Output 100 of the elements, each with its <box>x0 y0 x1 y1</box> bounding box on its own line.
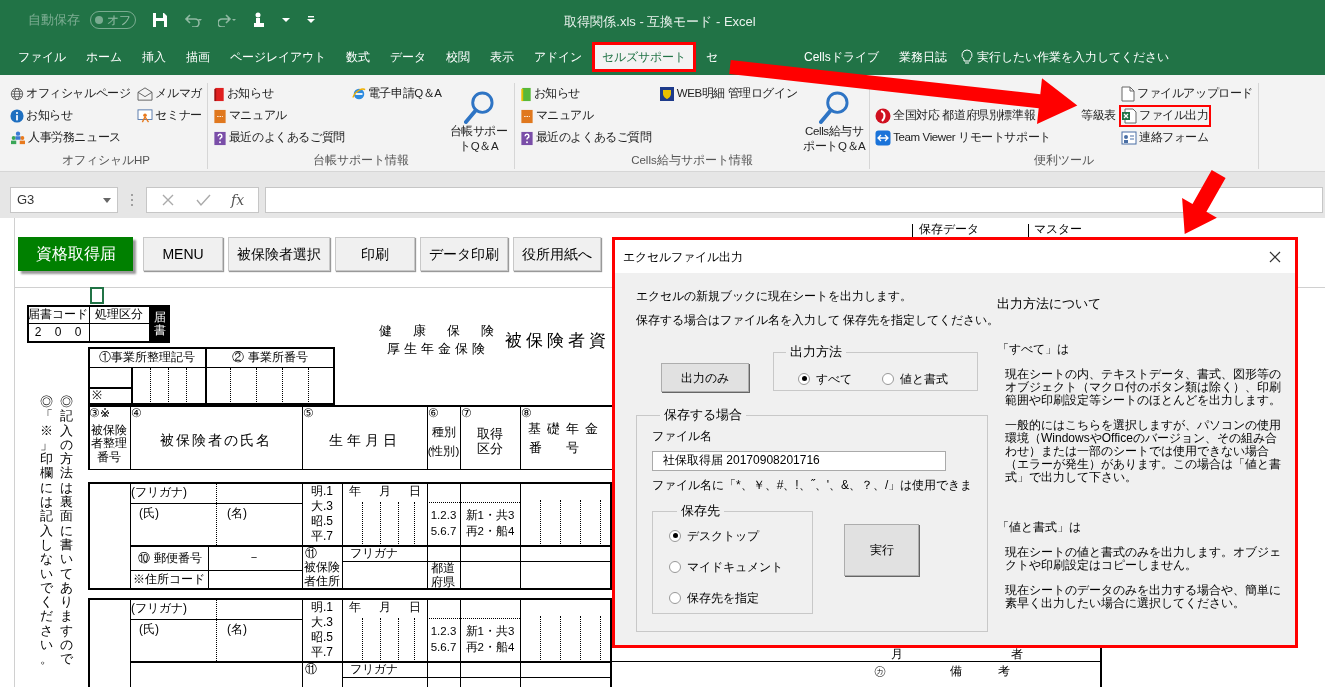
ribbon-button[interactable]: マニュアル <box>517 105 596 127</box>
touch-mode-icon[interactable] <box>252 12 266 28</box>
sheet-button[interactable]: 役所用紙へ <box>513 237 601 271</box>
form-label: ※住所コード <box>132 571 206 588</box>
presentation-icon <box>137 109 154 123</box>
radio-button[interactable] <box>669 529 681 542</box>
ribbon-button[interactable]: 電子申請Q＆A <box>349 83 444 105</box>
redo-icon[interactable] <box>218 13 236 27</box>
ribbon-tab[interactable]: 挿入 <box>132 42 176 72</box>
radio-button[interactable] <box>798 372 810 385</box>
ribbon-button[interactable]: ファイル出力 <box>1119 105 1211 127</box>
run-button[interactable]: 実行 <box>844 523 919 576</box>
help-subheading: 「すべて」は <box>997 340 1070 358</box>
form-label: ③※ <box>89 406 111 421</box>
form-label: ⑪ <box>304 546 318 561</box>
sheet-button[interactable]: 被保険者選択 <box>228 237 330 271</box>
save-icon[interactable] <box>152 12 168 28</box>
radio-button[interactable] <box>882 372 894 385</box>
ribbon-tab[interactable]: ファイル <box>8 42 76 72</box>
sheet-button[interactable]: 資格取得届 <box>18 237 133 271</box>
ribbon-button[interactable]: 最近のよくあるご質問 <box>210 127 347 149</box>
instruction-text: ◎記入の方法は裏面に書いてありますので <box>60 395 73 667</box>
ribbon-tab[interactable]: セ <box>696 42 728 72</box>
radio-label[interactable]: 値と書式 <box>900 369 948 388</box>
ribbon-button[interactable]: Team Viewer リモートサポート <box>873 127 1053 149</box>
form-value: 2 <box>33 325 43 341</box>
book-icon <box>519 108 534 124</box>
tell-me-field[interactable]: 実行したい作業を入力してください <box>976 48 1169 66</box>
ribbon-tab[interactable]: 表示 <box>480 42 524 72</box>
undo-icon[interactable] <box>184 13 202 27</box>
output-only-button[interactable]: 出力のみ <box>661 363 749 392</box>
form-label: 月 <box>378 600 392 615</box>
people-icon <box>10 131 26 145</box>
column-header: (性別) <box>427 444 460 460</box>
column-header: 生年月日 <box>327 430 402 450</box>
form-label: ④ <box>131 406 143 421</box>
form-label: (フリガナ) <box>131 484 188 501</box>
intro-text: 保存する場合はファイル名を入力して 保存先を指定してください。 <box>636 312 1000 329</box>
group-label: 保存する場合 <box>663 407 743 424</box>
dropdown-caret-icon[interactable] <box>282 17 290 23</box>
book-icon <box>212 86 225 102</box>
ribbon-tab[interactable]: 校閲 <box>436 42 480 72</box>
name-box[interactable]: G3 <box>10 187 118 213</box>
sheet-button[interactable]: MENU <box>143 237 223 271</box>
ribbon-button[interactable]: お知らせ <box>517 83 583 105</box>
customize-toolbar-icon[interactable] <box>306 16 316 24</box>
help-heading: 出力方法について <box>997 296 1102 313</box>
ribbon-tab[interactable]: ページレイアウト <box>220 42 336 72</box>
intro-text: エクセルの新規ブックに現在シートを出力します。 <box>636 288 912 305</box>
form-label: 5.6.7 <box>429 524 458 539</box>
radio-label[interactable]: 保存先を指定 <box>687 588 759 607</box>
form-label: 明.1 <box>310 484 334 499</box>
ribbon-tab[interactable]: アドイン <box>524 42 592 72</box>
ribbon-tab[interactable]: Cellsドライブ <box>794 42 889 72</box>
ribbon-tab[interactable]: 描画 <box>176 42 220 72</box>
radio-label[interactable]: デスクトップ <box>687 526 759 545</box>
dropdown-caret-icon[interactable] <box>103 197 111 203</box>
shield-icon <box>658 86 675 102</box>
radio-label[interactable]: マイドキュメント <box>687 557 783 576</box>
ribbon-button[interactable]: オフィシャルページ <box>8 83 133 105</box>
ribbon-button[interactable]: 連絡フォーム <box>1119 127 1211 149</box>
radio-button[interactable] <box>669 591 681 604</box>
ribbon-tab[interactable]: セルズサポート <box>592 42 696 72</box>
contact-card-icon <box>1121 130 1138 146</box>
ribbon-button[interactable]: 最近のよくあるご質問 <box>517 127 654 149</box>
close-icon[interactable] <box>1269 250 1281 263</box>
form-label: 者 <box>1010 648 1024 661</box>
grip-icon <box>130 193 134 207</box>
insert-function-button[interactable]: fx <box>231 189 245 211</box>
form-label: ⑩ 郵便番号 <box>137 550 203 568</box>
radio-label[interactable]: すべて <box>816 369 852 388</box>
checkmark-icon[interactable] <box>195 193 211 207</box>
ribbon-button[interactable]: WEB明細 管理ログイン <box>656 83 800 105</box>
form-label: ⑧ <box>521 406 533 421</box>
ribbon-tab[interactable]: 業務日誌 <box>888 42 957 72</box>
ribbon-button[interactable]: マニュアル <box>210 105 289 127</box>
ribbon-tab[interactable]: 数式 <box>336 42 380 72</box>
ribbon-button[interactable]: ファイルアップロード <box>1119 83 1256 105</box>
ribbon-button[interactable]: お知らせ <box>210 83 276 105</box>
form-label: 再2・船4 <box>464 524 516 539</box>
ribbon-tab[interactable]: ホーム <box>76 42 132 72</box>
form-label: 日 <box>408 600 422 615</box>
field-label: ファイル名 <box>652 427 713 445</box>
sheet-button[interactable]: データ印刷 <box>420 237 508 271</box>
form-label: 保存データ <box>918 223 980 237</box>
envelope-icon <box>137 87 154 101</box>
file-name-field[interactable]: 社保取得届 20170908201716 <box>652 450 946 471</box>
form-label: 新1・共3 <box>464 508 516 523</box>
form-label: マスター <box>1033 223 1083 237</box>
form-label: 備 考 <box>949 664 1011 680</box>
ribbon-button[interactable]: お知らせ <box>8 105 75 127</box>
document-icon <box>1121 86 1136 102</box>
ribbon-button[interactable]: メルマガ <box>135 83 204 105</box>
ribbon-button[interactable]: セミナー <box>135 105 204 127</box>
ribbon-button[interactable]: 人事労務ニュース <box>8 127 123 149</box>
radio-button[interactable] <box>669 560 681 573</box>
ribbon-tab[interactable]: データ <box>380 42 436 72</box>
question-icon <box>212 130 227 146</box>
formula-input[interactable] <box>265 187 1323 213</box>
sheet-button[interactable]: 印刷 <box>335 237 415 271</box>
